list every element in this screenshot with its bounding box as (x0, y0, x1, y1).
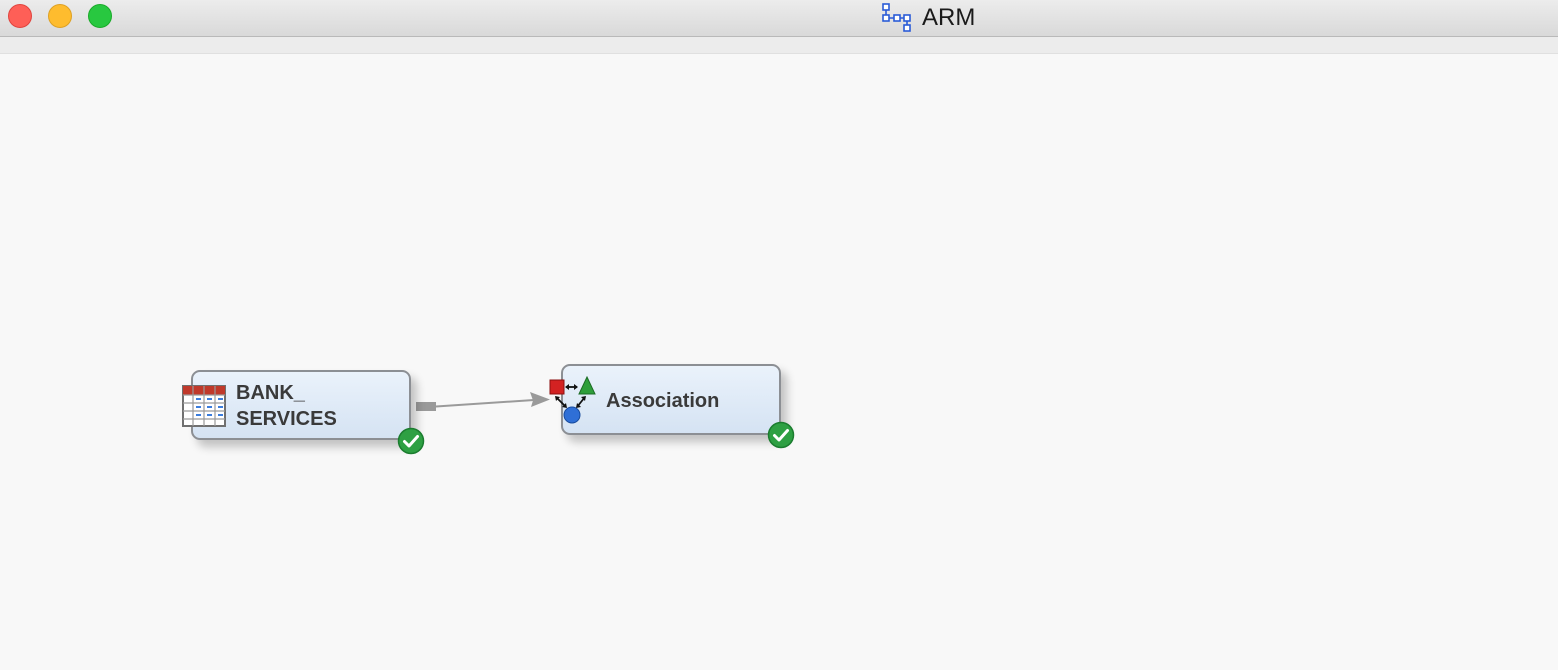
association-node-icon (549, 376, 596, 424)
window-title-text: ARM (922, 4, 976, 31)
completed-status-icon (767, 421, 795, 449)
close-window-button[interactable] (8, 4, 32, 28)
association-label: Association (606, 390, 720, 412)
toolbar-strip (0, 37, 1558, 54)
data-table-icon (182, 385, 226, 427)
process-flow-diagram-icon (882, 3, 911, 32)
window-title: ARM (882, 0, 975, 36)
window-titlebar: ARM (0, 0, 1558, 37)
zoom-window-button[interactable] (88, 4, 112, 28)
bank-services-label-line2: SERVICES (236, 408, 337, 430)
completed-status-icon (397, 427, 425, 455)
connection-arrow[interactable] (410, 388, 560, 418)
bank-services-label-line1: BANK_ (236, 382, 305, 404)
diagram-canvas[interactable] (0, 54, 1558, 670)
minimize-window-button[interactable] (48, 4, 72, 28)
